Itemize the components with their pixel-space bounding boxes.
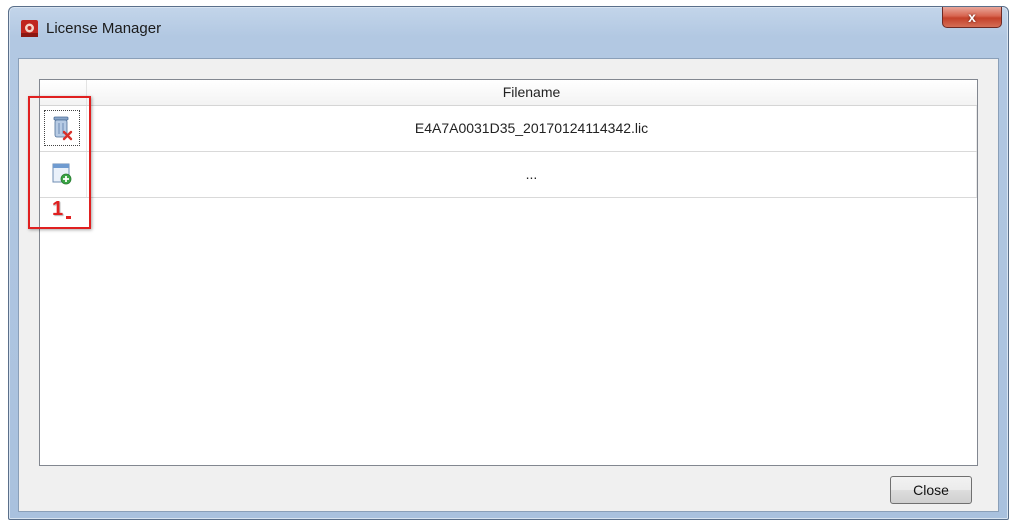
app-icon: [21, 20, 38, 37]
title-bar[interactable]: License Manager x: [9, 7, 1008, 51]
license-manager-window: License Manager x Filename E4A7A0031D35_…: [8, 6, 1009, 520]
table-header: Filename: [40, 80, 977, 106]
close-icon: x: [968, 9, 976, 25]
annotation-mark: [66, 216, 71, 219]
annotation-number: 1: [52, 198, 64, 220]
window-title: License Manager: [46, 20, 162, 37]
license-table: Filename E4A7A0031D35_20170124114342.lic: [39, 79, 978, 466]
filename-cell[interactable]: E4A7A0031D35_20170124114342.lic: [86, 106, 977, 151]
column-header-filename[interactable]: Filename: [86, 80, 977, 105]
table-row[interactable]: ...: [40, 152, 977, 198]
close-button[interactable]: Close: [890, 476, 972, 504]
filename-cell[interactable]: ...: [86, 152, 977, 197]
client-area: Filename E4A7A0031D35_20170124114342.lic: [18, 58, 999, 512]
table-row[interactable]: E4A7A0031D35_20170124114342.lic: [40, 106, 977, 152]
window-close-button[interactable]: x: [942, 7, 1002, 28]
